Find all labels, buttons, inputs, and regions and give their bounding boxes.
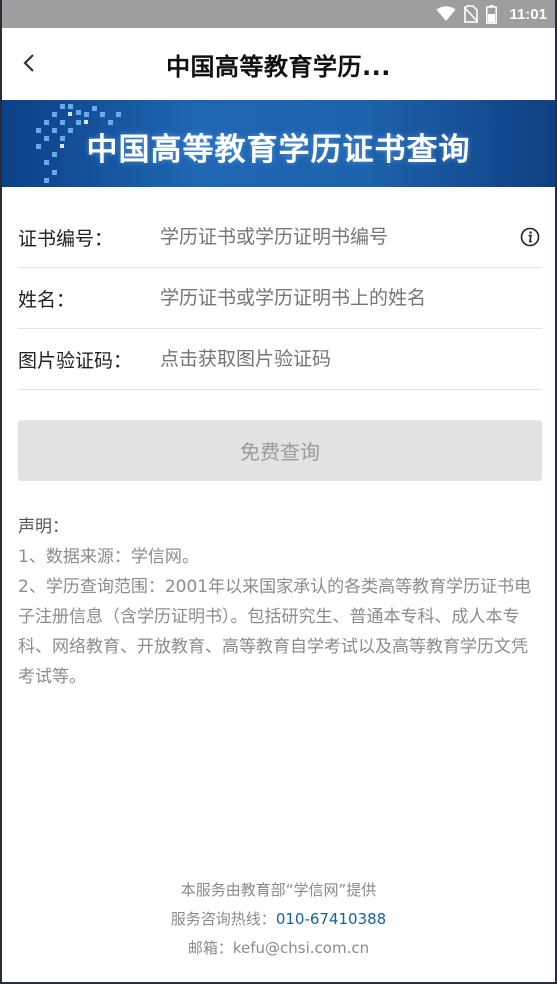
footer-email: 邮箱：kefu@chsi.com.cn — [187, 939, 370, 957]
info-icon[interactable] — [520, 227, 540, 251]
certificate-label: 证书编号： — [18, 227, 114, 250]
footer: 本服务由教育部“学信网”提供 服务咨询热线：010-67410388 邮箱：ke… — [0, 876, 557, 963]
certificate-row: 证书编号： — [18, 207, 542, 268]
footer-hotline: 服务咨询热线：010-67410388 — [0, 905, 557, 934]
hotline-number-link[interactable]: 010-67410388 — [276, 910, 386, 928]
status-time: 11:01 — [509, 5, 547, 23]
captcha-input[interactable] — [160, 348, 542, 370]
banner: 中国高等教育学历证书查询 — [0, 100, 557, 187]
page-title: 中国高等教育学历... — [166, 52, 391, 81]
hotline-label: 服务咨询热线： — [170, 910, 276, 928]
status-bar: 11:01 — [0, 0, 557, 28]
statement: 声明： 1、数据来源：学信网。 2、学历查询范围：2001年以来国家承认的各类高… — [18, 512, 542, 692]
name-row: 姓名： — [18, 268, 542, 329]
back-button[interactable] — [14, 50, 44, 80]
query-form: 证书编号： 姓名： 图片验证码： — [18, 207, 542, 390]
statement-item: 2、学历查询范围：2001年以来国家承认的各类高等教育学历证书电子注册信息（含学… — [18, 577, 532, 687]
frame-left — [0, 0, 2, 984]
name-label: 姓名： — [18, 288, 76, 311]
no-sim-icon — [464, 5, 479, 23]
battery-icon — [486, 4, 498, 24]
captcha-label: 图片验证码： — [18, 349, 133, 372]
free-query-button[interactable]: 免费查询 — [18, 420, 542, 481]
captcha-row: 图片验证码： — [18, 329, 542, 390]
name-input[interactable] — [160, 287, 542, 309]
footer-provider: 本服务由教育部“学信网”提供 — [180, 881, 377, 899]
certificate-number-input[interactable] — [160, 226, 542, 248]
wifi-icon — [436, 6, 456, 22]
app-bar: 中国高等教育学历... — [0, 28, 557, 100]
banner-title: 中国高等教育学历证书查询 — [86, 132, 471, 168]
statement-heading: 声明： — [18, 517, 69, 537]
statement-item: 1、数据来源：学信网。 — [18, 547, 199, 567]
chevron-left-icon — [22, 53, 36, 77]
